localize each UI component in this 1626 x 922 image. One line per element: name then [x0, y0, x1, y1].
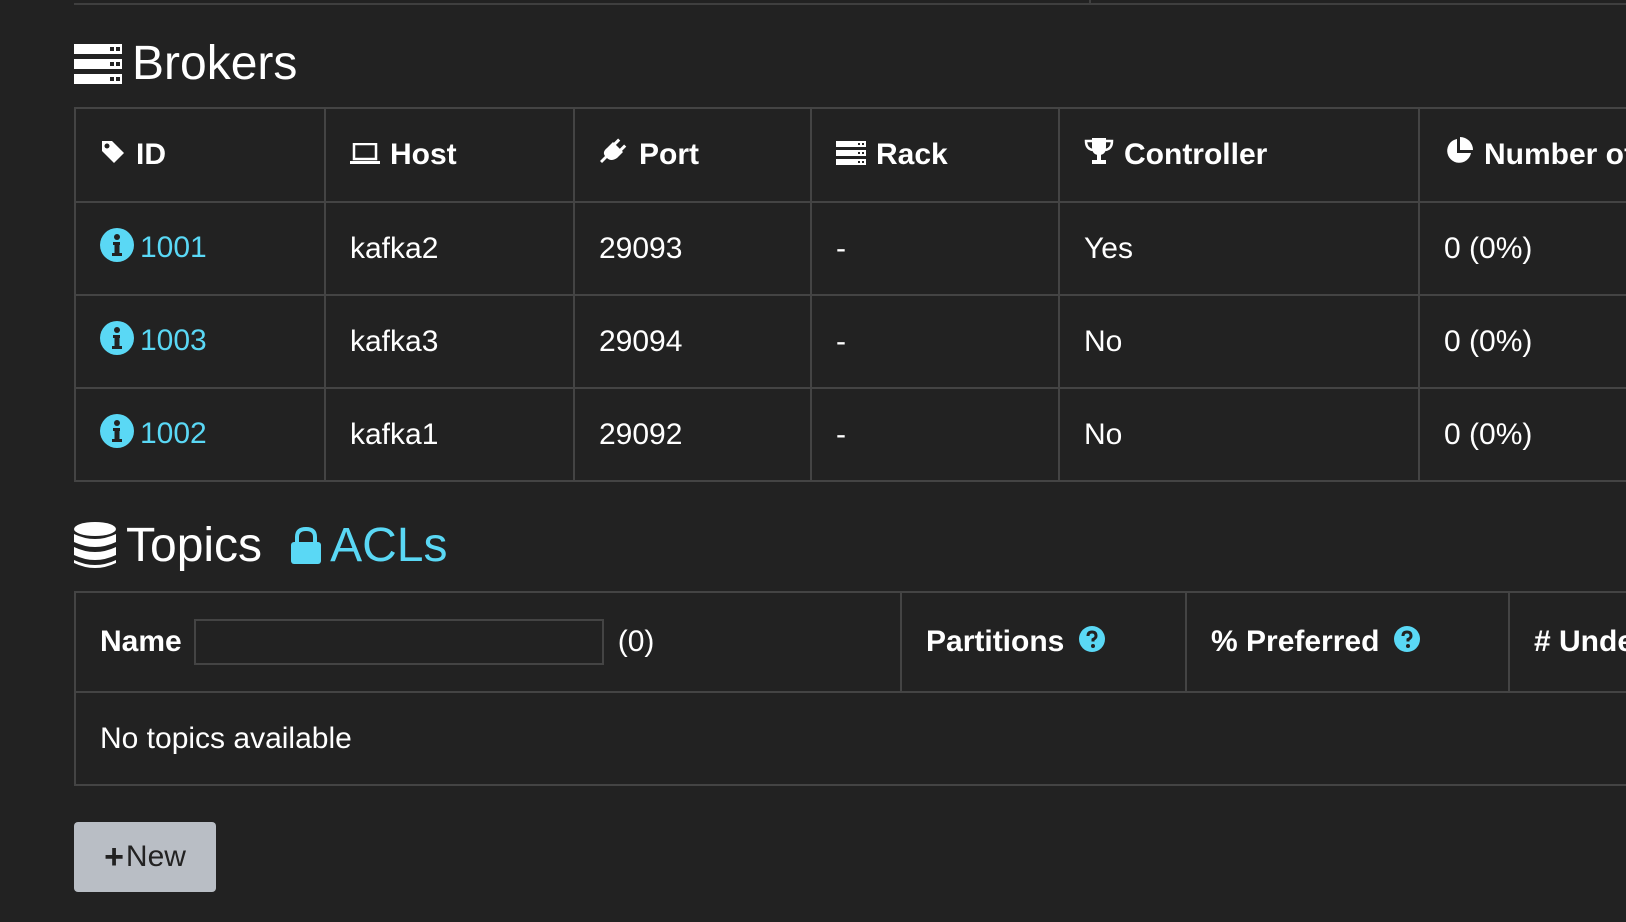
column-header-preferred[interactable]: % Preferred [1185, 591, 1510, 693]
column-header-partitions[interactable]: Number of [1418, 107, 1626, 203]
topics-header-row: Name (0) Partitions % Preferred # Unde [74, 591, 1626, 693]
question-circle-icon[interactable] [1393, 625, 1420, 660]
new-topic-button[interactable]: + New [74, 822, 216, 892]
acls-label[interactable]: ACLs [330, 522, 447, 570]
tag-icon [100, 139, 126, 173]
topic-name-filter-input[interactable] [193, 619, 604, 665]
column-header-rack[interactable]: Rack [810, 107, 1060, 203]
broker-rack-cell: - [810, 201, 1060, 296]
brokers-title: Brokers [132, 37, 298, 90]
info-circle-icon[interactable] [100, 227, 134, 270]
lock-icon [290, 527, 322, 565]
database-icon [74, 522, 116, 570]
table-row: 1002 kafka1 29092 - No 0 (0%) [74, 387, 1626, 482]
column-header-port[interactable]: Port [573, 107, 812, 203]
broker-partitions-cell: 0 (0%) [1418, 201, 1626, 296]
broker-id-cell[interactable]: 1003 [74, 294, 326, 389]
laptop-icon [350, 139, 380, 173]
broker-id-cell[interactable]: 1001 [74, 201, 326, 296]
broker-port-cell: 29094 [573, 294, 812, 389]
question-circle-icon[interactable] [1078, 625, 1105, 660]
broker-id-link[interactable]: 1001 [140, 232, 207, 265]
brokers-table: ID Host Port Rack Controller Number of 1… [74, 107, 1626, 482]
plus-icon: + [104, 837, 124, 876]
table-row: No topics available [74, 691, 1626, 786]
broker-id-cell[interactable]: 1002 [74, 387, 326, 482]
broker-port-cell: 29092 [573, 387, 812, 482]
acls-link[interactable]: ACLs [290, 522, 447, 570]
broker-host-cell: kafka2 [324, 201, 575, 296]
new-button-label: New [125, 840, 186, 873]
broker-controller-cell: No [1058, 294, 1420, 389]
brokers-header-row: ID Host Port Rack Controller Number of [74, 107, 1626, 203]
broker-port-cell: 29093 [573, 201, 812, 296]
column-header-under-replicated[interactable]: # Unde [1508, 591, 1626, 693]
info-circle-icon[interactable] [100, 320, 134, 363]
column-header-partitions[interactable]: Partitions [900, 591, 1187, 693]
broker-rack-cell: - [810, 387, 1060, 482]
trophy-icon [1084, 137, 1114, 173]
topic-count: (0) [617, 625, 655, 658]
name-label: Name [100, 625, 182, 658]
broker-id-link[interactable]: 1003 [140, 325, 207, 358]
server-icon [836, 139, 866, 173]
broker-host-cell: kafka1 [324, 387, 575, 482]
topics-title: Topics [126, 519, 263, 572]
brokers-heading: Brokers [74, 40, 297, 88]
topics-heading: Topics ACLs [74, 522, 447, 570]
column-header-id[interactable]: ID [74, 107, 326, 203]
topics-table: Name (0) Partitions % Preferred # Unde N… [74, 591, 1626, 786]
empty-topics-message: No topics available [74, 691, 1626, 786]
broker-partitions-cell: 0 (0%) [1418, 387, 1626, 482]
column-header-name: Name (0) [74, 591, 902, 693]
broker-partitions-cell: 0 (0%) [1418, 294, 1626, 389]
broker-controller-cell: No [1058, 387, 1420, 482]
broker-id-link[interactable]: 1002 [140, 418, 207, 451]
column-header-host[interactable]: Host [324, 107, 575, 203]
info-circle-icon[interactable] [100, 413, 134, 456]
top-divider [74, 0, 1626, 5]
plug-icon [599, 136, 629, 174]
pie-chart-icon [1444, 136, 1474, 174]
broker-controller-cell: Yes [1058, 201, 1420, 296]
broker-host-cell: kafka3 [324, 294, 575, 389]
table-row: 1001 kafka2 29093 - Yes 0 (0%) [74, 201, 1626, 296]
table-row: 1003 kafka3 29094 - No 0 (0%) [74, 294, 1626, 389]
broker-rack-cell: - [810, 294, 1060, 389]
column-header-controller[interactable]: Controller [1058, 107, 1420, 203]
server-icon [74, 44, 122, 84]
